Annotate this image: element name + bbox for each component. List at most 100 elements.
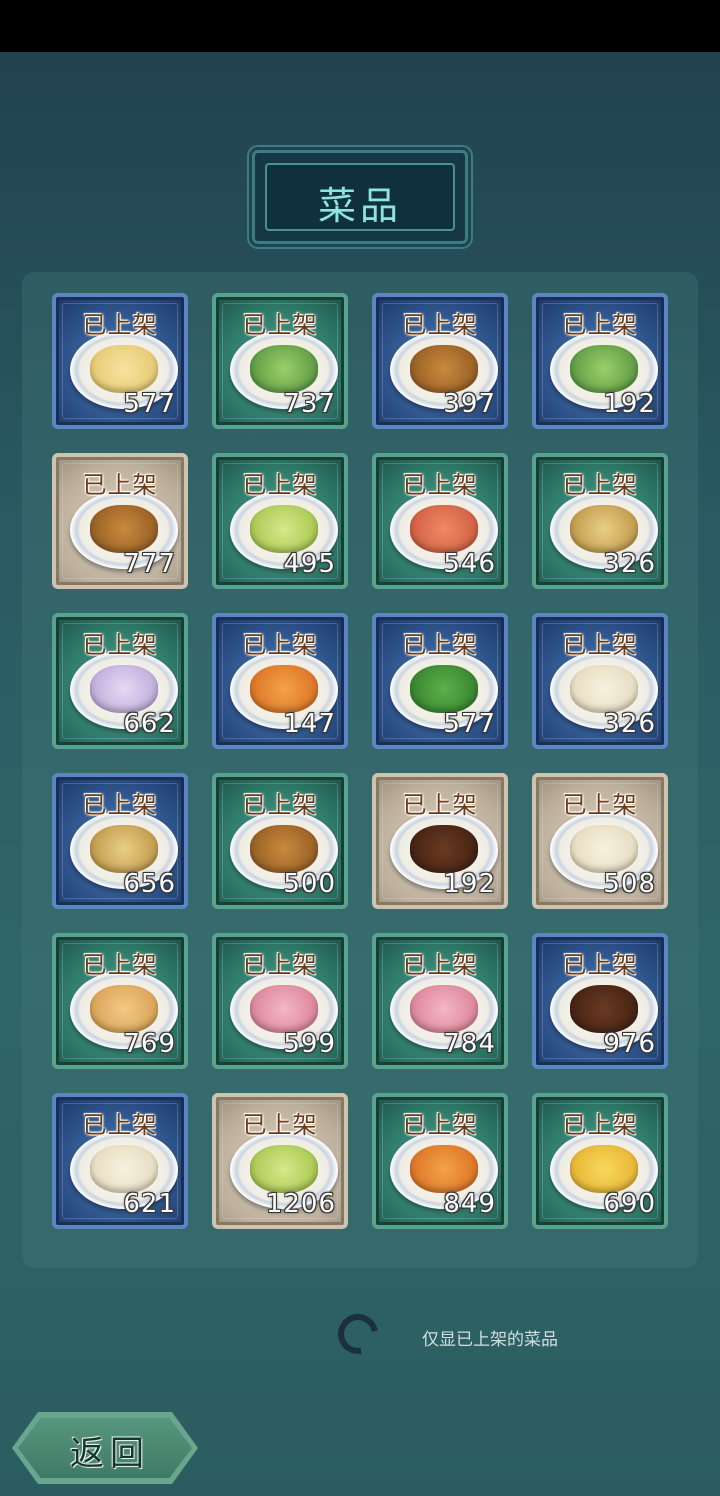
dish-grid: 已上架 577 已上架 737 已上架 397 已上架 192 已上架 777 已上架 495 已上架 5… xyxy=(52,293,668,1229)
dish-status-label: 已上架 xyxy=(562,791,638,819)
dish-food-image xyxy=(410,985,478,1033)
dish-status-label: 已上架 xyxy=(402,791,478,819)
dish-food-image xyxy=(90,345,158,393)
dish-food-image xyxy=(250,345,318,393)
dish-count: 849 xyxy=(443,1189,496,1219)
back-button[interactable]: 返回 xyxy=(12,1412,198,1484)
dish-status-label: 已上架 xyxy=(242,471,318,499)
dish-count: 690 xyxy=(603,1189,656,1219)
dish-card[interactable]: 已上架 546 xyxy=(372,453,508,589)
dish-card[interactable]: 已上架 769 xyxy=(52,933,188,1069)
dish-card[interactable]: 已上架 784 xyxy=(372,933,508,1069)
dish-food-image xyxy=(250,505,318,553)
dish-card[interactable]: 已上架 1206 xyxy=(212,1093,348,1229)
dish-status-label: 已上架 xyxy=(242,1111,318,1139)
dish-count: 495 xyxy=(283,549,336,579)
dish-food-image xyxy=(90,505,158,553)
dish-count: 599 xyxy=(283,1029,336,1059)
dish-count: 326 xyxy=(603,709,656,739)
dish-count: 397 xyxy=(443,389,496,419)
back-button-label: 返回 xyxy=(70,1434,150,1474)
dish-food-image xyxy=(250,985,318,1033)
dish-food-image xyxy=(90,1145,158,1193)
dish-count: 621 xyxy=(123,1189,176,1219)
dish-status-label: 已上架 xyxy=(242,631,318,659)
dish-count: 656 xyxy=(123,869,176,899)
dish-card[interactable]: 已上架 147 xyxy=(212,613,348,749)
dish-status-label: 已上架 xyxy=(82,951,158,979)
dish-card[interactable]: 已上架 495 xyxy=(212,453,348,589)
dish-card[interactable]: 已上架 577 xyxy=(52,293,188,429)
dish-count: 577 xyxy=(123,389,176,419)
dish-status-label: 已上架 xyxy=(242,311,318,339)
dish-card[interactable]: 已上架 577 xyxy=(372,613,508,749)
dish-count: 662 xyxy=(123,709,176,739)
dish-count: 777 xyxy=(123,549,176,579)
dish-count: 500 xyxy=(283,869,336,899)
dish-status-label: 已上架 xyxy=(562,1111,638,1139)
dish-card[interactable]: 已上架 849 xyxy=(372,1093,508,1229)
dish-count: 192 xyxy=(443,869,496,899)
dish-card[interactable]: 已上架 656 xyxy=(52,773,188,909)
dish-count: 737 xyxy=(283,389,336,419)
dish-status-label: 已上架 xyxy=(82,631,158,659)
page-title: 菜品 xyxy=(317,184,402,228)
dish-count: 769 xyxy=(123,1029,176,1059)
dish-food-image xyxy=(90,825,158,873)
dish-card[interactable]: 已上架 192 xyxy=(372,773,508,909)
dish-count: 192 xyxy=(603,389,656,419)
dish-card[interactable]: 已上架 326 xyxy=(532,453,668,589)
dish-card[interactable]: 已上架 737 xyxy=(212,293,348,429)
dish-food-image xyxy=(250,665,318,713)
dish-card[interactable]: 已上架 500 xyxy=(212,773,348,909)
filter-toggle-label[interactable]: 仅显已上架的菜品 xyxy=(422,1325,558,1350)
dish-count: 1206 xyxy=(265,1189,336,1219)
dish-status-label: 已上架 xyxy=(402,951,478,979)
dish-card[interactable]: 已上架 690 xyxy=(532,1093,668,1229)
dish-status-label: 已上架 xyxy=(242,951,318,979)
dish-status-label: 已上架 xyxy=(402,631,478,659)
dish-count: 577 xyxy=(443,709,496,739)
dish-status-label: 已上架 xyxy=(402,1111,478,1139)
dish-count: 546 xyxy=(443,549,496,579)
dish-status-label: 已上架 xyxy=(562,631,638,659)
dish-card[interactable]: 已上架 326 xyxy=(532,613,668,749)
dish-status-label: 已上架 xyxy=(562,471,638,499)
dish-card[interactable]: 已上架 777 xyxy=(52,453,188,589)
dish-status-label: 已上架 xyxy=(242,791,318,819)
dish-status-label: 已上架 xyxy=(402,311,478,339)
loading-ring-icon[interactable] xyxy=(330,1306,386,1362)
dish-food-image xyxy=(570,505,638,553)
dish-status-label: 已上架 xyxy=(82,791,158,819)
dish-count: 147 xyxy=(283,709,336,739)
dish-count: 326 xyxy=(603,549,656,579)
dish-food-image xyxy=(570,345,638,393)
dish-status-label: 已上架 xyxy=(562,311,638,339)
dish-status-label: 已上架 xyxy=(82,471,158,499)
dish-card[interactable]: 已上架 397 xyxy=(372,293,508,429)
dish-food-image xyxy=(570,665,638,713)
dish-food-image xyxy=(410,505,478,553)
dish-food-image xyxy=(90,665,158,713)
dish-food-image xyxy=(250,825,318,873)
status-bar xyxy=(0,0,720,52)
dish-food-image xyxy=(410,1145,478,1193)
dish-card[interactable]: 已上架 508 xyxy=(532,773,668,909)
dish-card[interactable]: 已上架 192 xyxy=(532,293,668,429)
dish-card[interactable]: 已上架 976 xyxy=(532,933,668,1069)
dish-food-image xyxy=(570,825,638,873)
dish-food-image xyxy=(410,825,478,873)
dish-status-label: 已上架 xyxy=(402,471,478,499)
dish-food-image xyxy=(90,985,158,1033)
dish-card[interactable]: 已上架 621 xyxy=(52,1093,188,1229)
dish-food-image xyxy=(410,665,478,713)
dish-food-image xyxy=(250,1145,318,1193)
dish-food-image xyxy=(570,985,638,1033)
dish-food-image xyxy=(410,345,478,393)
dish-card[interactable]: 已上架 599 xyxy=(212,933,348,1069)
page-title-plate: 菜品 xyxy=(252,150,468,244)
dish-count: 784 xyxy=(443,1029,496,1059)
dish-food-image xyxy=(570,1145,638,1193)
dish-card[interactable]: 已上架 662 xyxy=(52,613,188,749)
dish-count: 508 xyxy=(603,869,656,899)
